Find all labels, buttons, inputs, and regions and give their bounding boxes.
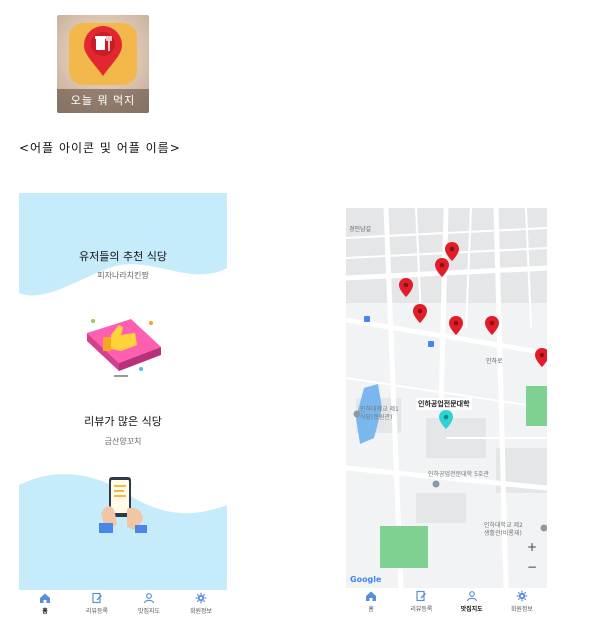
section2-restaurant[interactable]: 금산양꼬치 xyxy=(19,436,227,447)
map-highlight-label: 인하공업전문대학 xyxy=(416,398,472,410)
home-icon xyxy=(366,591,377,601)
app-name-label: 오늘 뭐 먹지 xyxy=(57,89,149,113)
nav-item-profile[interactable]: 회원정보 xyxy=(497,588,547,618)
nav-item-review[interactable]: 리뷰등록 xyxy=(396,588,446,618)
map-screen: 경인남길 인하로 인하공업전문대학 인하대학교 제1 식당(동원관) 인하공업전… xyxy=(346,208,547,618)
bottom-nav: 홈 리뷰등록 맛집지도 회원정보 xyxy=(346,588,547,618)
nav-label: 회원정보 xyxy=(189,608,213,615)
zoom-out-button[interactable]: − xyxy=(525,560,539,574)
nav-item-review[interactable]: 리뷰등록 xyxy=(71,590,123,618)
map-pin-icon xyxy=(84,26,122,76)
map-poi-label: 인하대학교 제2 생활관(비룡재) xyxy=(484,522,523,537)
phone-in-hand-illustration[interactable] xyxy=(99,473,147,533)
map-poi-label: 인하대학교 제1 식당(동원관) xyxy=(360,406,399,421)
nav-item-map[interactable]: 맛집지도 xyxy=(447,588,497,618)
gear-icon xyxy=(195,592,207,604)
nav-label: 홈 xyxy=(42,608,48,615)
map-road-label: 인하로 xyxy=(486,358,503,365)
section1-restaurant[interactable]: 피자나라치킨짱 xyxy=(19,270,227,281)
nav-label: 리뷰등록 xyxy=(410,606,433,613)
section1-title: 유저들의 추천 식당 xyxy=(79,250,167,263)
google-logo: Google xyxy=(350,575,382,584)
user-icon xyxy=(466,591,477,602)
nav-label: 맛집지도 xyxy=(460,606,483,613)
app-icon[interactable]: 오늘 뭐 먹지 xyxy=(57,15,149,113)
section2-title: 리뷰가 많은 식당 xyxy=(84,415,162,428)
map-road-label: 경인남길 xyxy=(349,226,372,233)
caption: <어플 아이콘 및 어플 이름> xyxy=(19,141,181,155)
zoom-in-button[interactable]: + xyxy=(525,540,539,554)
bottom-nav: 홈 리뷰등록 맛집지도 회원정보 xyxy=(19,590,227,618)
nav-label: 회원정보 xyxy=(510,606,533,613)
nav-item-home[interactable]: 홈 xyxy=(346,588,396,618)
nav-label: 맛집지도 xyxy=(137,608,161,615)
gear-icon xyxy=(516,590,528,602)
edit-icon xyxy=(92,592,102,604)
nav-label: 홈 xyxy=(368,606,374,613)
user-icon xyxy=(143,593,155,604)
nav-item-home[interactable]: 홈 xyxy=(19,590,71,618)
nav-label: 리뷰등록 xyxy=(85,608,109,615)
thumbs-up-illustration[interactable] xyxy=(81,309,165,379)
home-screen: 유저들의 추천 식당 피자나라치킨짱 리뷰가 많은 식당 금산양꼬치 홈 리뷰등… xyxy=(19,193,227,618)
edit-icon xyxy=(416,590,427,602)
nav-item-map[interactable]: 맛집지도 xyxy=(123,590,175,618)
nav-item-profile[interactable]: 회원정보 xyxy=(175,590,227,618)
home-icon xyxy=(40,593,50,603)
map-poi-label: 인하공업전문대학 5호관 xyxy=(428,471,489,478)
